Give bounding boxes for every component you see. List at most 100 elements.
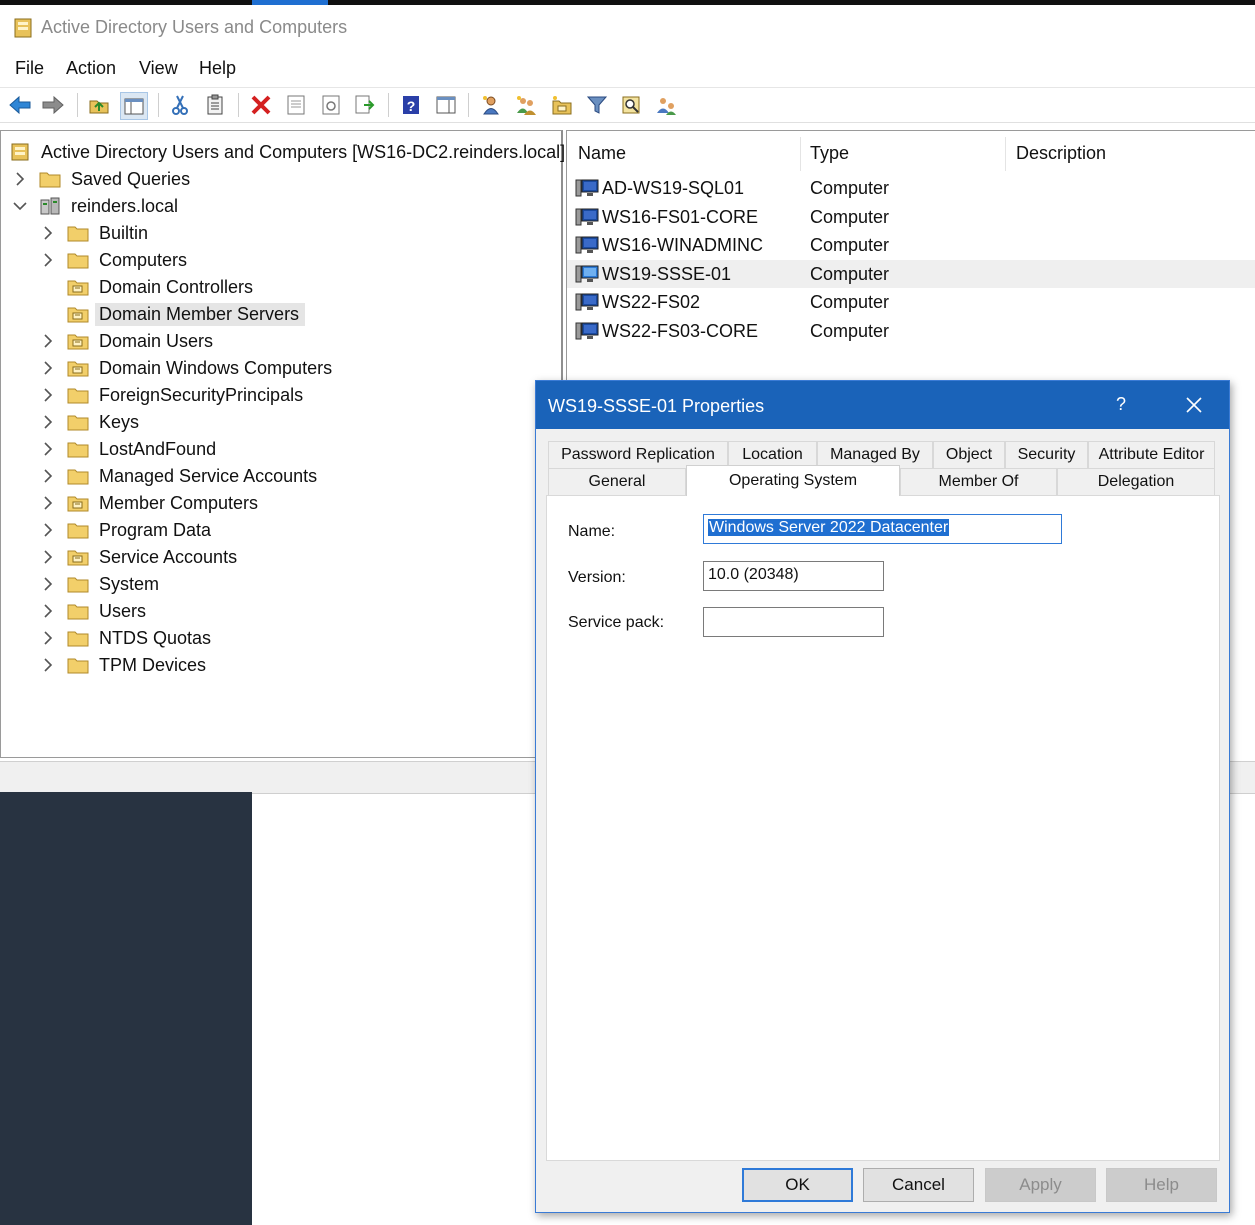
tab-attribute-editor[interactable]: Attribute Editor (1088, 441, 1215, 468)
list-row[interactable]: WS19-SSSE-01 Computer (567, 259, 1255, 288)
column-header-name[interactable]: Name (578, 143, 626, 164)
chevron-right-icon[interactable] (41, 388, 55, 402)
cancel-button[interactable]: Cancel (863, 1168, 974, 1202)
tree-item-saved-queries[interactable]: Saved Queries (13, 166, 190, 192)
tree-item-domain[interactable]: reinders.local (13, 193, 178, 219)
forward-arrow-icon[interactable] (40, 92, 66, 118)
add-to-group-icon[interactable] (653, 92, 679, 118)
tree-item-program-data[interactable]: Program Data (41, 517, 211, 543)
close-icon[interactable] (1184, 395, 1204, 415)
tree-item-ntds-quotas[interactable]: NTDS Quotas (41, 625, 211, 651)
tree-item-computers[interactable]: Computers (41, 247, 187, 273)
properties-icon[interactable] (283, 92, 309, 118)
menu-file[interactable]: File (15, 58, 44, 79)
new-ou-icon[interactable] (549, 92, 575, 118)
column-header-description[interactable]: Description (1016, 143, 1106, 164)
chevron-right-icon[interactable] (41, 415, 55, 429)
column-header-type[interactable]: Type (810, 143, 849, 164)
chevron-right-icon[interactable] (41, 604, 55, 618)
tree-item-managed-service-accounts[interactable]: Managed Service Accounts (41, 463, 317, 489)
service-pack-field[interactable] (703, 607, 884, 637)
computer-icon (575, 178, 599, 198)
tab-password-replication[interactable]: Password Replication (548, 441, 728, 468)
folder-icon (67, 575, 89, 593)
name-field[interactable]: Windows Server 2022 Datacenter (703, 514, 1062, 544)
ok-button[interactable]: OK (742, 1168, 853, 1202)
new-group-icon[interactable] (513, 92, 539, 118)
chevron-right-icon[interactable] (41, 226, 55, 240)
tab-managed-by[interactable]: Managed By (817, 441, 933, 468)
folder-icon (67, 386, 89, 404)
tree-item-domain-controllers[interactable]: Domain Controllers (41, 274, 253, 300)
chevron-right-icon[interactable] (41, 469, 55, 483)
tree-item-foreignsecurityprincipals[interactable]: ForeignSecurityPrincipals (41, 382, 303, 408)
list-row[interactable]: AD-WS19-SQL01 Computer (567, 174, 1255, 202)
tab-delegation[interactable]: Delegation (1057, 468, 1215, 495)
help-icon[interactable]: ? (398, 92, 424, 118)
tree-item-keys[interactable]: Keys (41, 409, 139, 435)
chevron-right-icon[interactable] (41, 442, 55, 456)
list-row[interactable]: WS16-FS01-CORE Computer (567, 203, 1255, 231)
list-row[interactable]: WS16-WINADMINC Computer (567, 231, 1255, 259)
tab-member-of[interactable]: Member Of (900, 468, 1057, 495)
tree-item-domain-windows-computers[interactable]: Domain Windows Computers (41, 355, 332, 381)
export-list-icon[interactable] (352, 92, 378, 118)
show-hide-tree-icon[interactable] (120, 92, 148, 120)
dialog-title: WS19-SSSE-01 Properties (548, 396, 765, 416)
cut-icon[interactable] (167, 92, 193, 118)
chevron-right-icon[interactable] (41, 631, 55, 645)
chevron-right-icon[interactable] (41, 577, 55, 591)
chevron-right-icon[interactable] (41, 361, 55, 375)
tab-security[interactable]: Security (1005, 441, 1088, 468)
tree-item-member-computers[interactable]: Member Computers (41, 490, 258, 516)
tree-item-tpm-devices[interactable]: TPM Devices (41, 652, 206, 678)
chevron-right-icon[interactable] (13, 172, 27, 186)
menu-view[interactable]: View (139, 58, 178, 79)
find-icon[interactable] (618, 92, 644, 118)
menu-action[interactable]: Action (66, 58, 116, 79)
list-row[interactable]: WS22-FS03-CORE Computer (567, 317, 1255, 345)
tab-operating-system[interactable]: Operating System (686, 465, 900, 496)
tree-item-label: ForeignSecurityPrincipals (99, 384, 304, 405)
properties-dialog: WS19-SSSE-01 Properties ? Password Repli… (535, 380, 1230, 1213)
delete-icon[interactable] (248, 92, 274, 118)
list-row[interactable]: WS22-FS02 Computer (567, 288, 1255, 316)
tree-item-service-accounts[interactable]: Service Accounts (41, 544, 237, 570)
action-pane-icon[interactable] (433, 92, 459, 118)
tree-item-lostandfound[interactable]: LostAndFound (41, 436, 216, 462)
help-button[interactable]: Help (1106, 1168, 1217, 1202)
ou-folder-icon (67, 548, 89, 566)
chevron-right-icon[interactable] (41, 253, 55, 267)
folder-icon (67, 224, 89, 242)
chevron-right-icon[interactable] (41, 523, 55, 537)
tree-item-builtin[interactable]: Builtin (41, 220, 148, 246)
back-arrow-icon[interactable] (7, 92, 33, 118)
menu-help[interactable]: Help (199, 58, 236, 79)
refresh-icon[interactable] (318, 92, 344, 118)
chevron-right-icon[interactable] (41, 658, 55, 672)
version-field[interactable]: 10.0 (20348) (703, 561, 884, 591)
tree-item-domain-users[interactable]: Domain Users (41, 328, 213, 354)
tree-item-system[interactable]: System (41, 571, 159, 597)
chevron-down-icon[interactable] (13, 199, 27, 213)
ou-folder-icon (67, 278, 89, 296)
console-tree[interactable]: Active Directory Users and Computers [WS… (0, 130, 565, 758)
tree-root[interactable]: Active Directory Users and Computers [WS… (9, 139, 565, 165)
up-folder-icon[interactable] (86, 92, 112, 118)
tree-item-domain-member-servers[interactable]: Domain Member Servers (41, 301, 306, 327)
tab-object[interactable]: Object (933, 441, 1005, 468)
apply-button[interactable]: Apply (985, 1168, 1096, 1202)
chevron-right-icon[interactable] (41, 550, 55, 564)
dialog-help-button[interactable]: ? (1116, 394, 1126, 415)
aduc-root-icon (9, 143, 31, 161)
paste-icon[interactable] (202, 92, 228, 118)
tab-location[interactable]: Location (728, 441, 817, 468)
filter-icon[interactable] (584, 92, 610, 118)
new-user-icon[interactable] (478, 92, 504, 118)
chevron-right-icon[interactable] (41, 334, 55, 348)
chevron-right-icon[interactable] (41, 496, 55, 510)
toolbar: ? (0, 87, 1255, 123)
tab-general[interactable]: General (548, 468, 686, 495)
tree-item-users[interactable]: Users (41, 598, 146, 624)
